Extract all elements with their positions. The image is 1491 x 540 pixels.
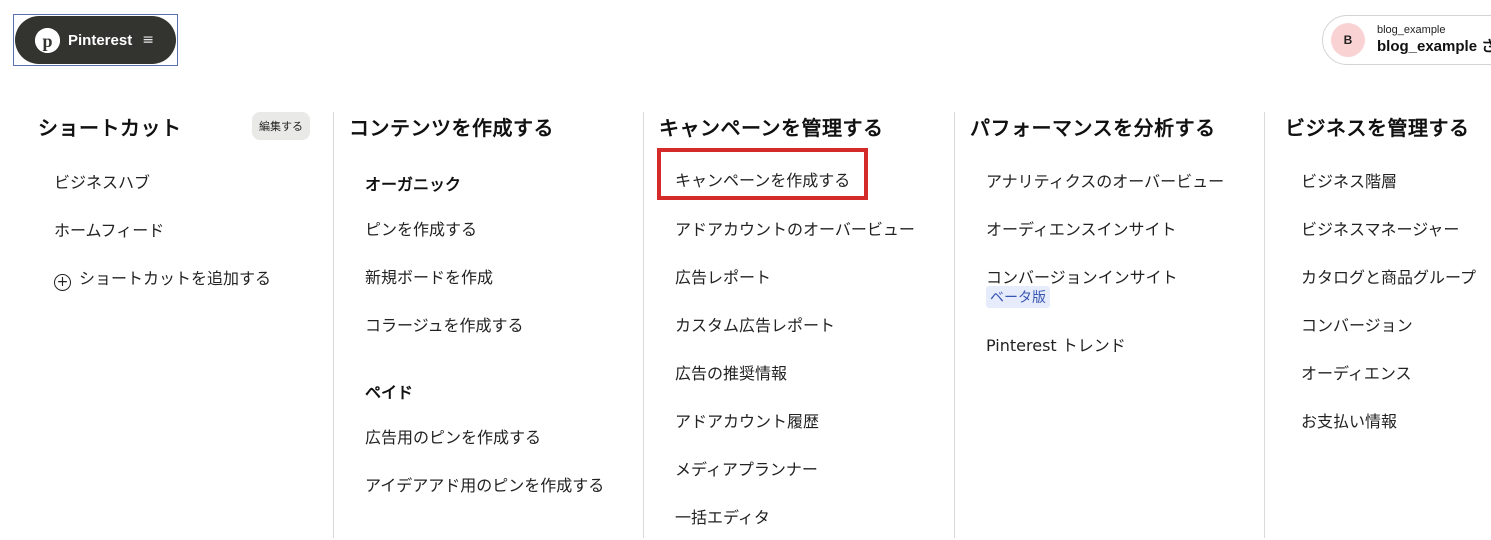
account-display-name: blog_example さ (1377, 37, 1491, 55)
pinterest-logo-icon: p (35, 27, 60, 53)
hamburger-menu-icon: ≡ (142, 32, 154, 48)
column-divider (333, 112, 334, 538)
shortcuts-column: ショートカット 編集する ビジネスハブ ホームフィード + ショートカットを追加す… (38, 112, 328, 538)
conversions-link[interactable]: コンバージョン (1301, 312, 1413, 336)
analytics-overview-link[interactable]: アナリティクスのオーバービュー (986, 168, 1224, 192)
paid-heading: ペイド (365, 383, 414, 402)
ad-account-history-link[interactable]: アドアカウント履歴 (675, 408, 819, 432)
conversion-insights-link[interactable]: コンバージョンインサイト (986, 264, 1178, 288)
brand-label: Pinterest (68, 31, 133, 49)
edit-shortcuts-button[interactable]: 編集する (252, 112, 310, 140)
ad-reports-link[interactable]: 広告レポート (675, 264, 771, 288)
business-column: ビジネスを管理する ビジネス階層 ビジネスマネージャー カタログと商品グループ … (1285, 112, 1491, 538)
shortcut-home-feed[interactable]: ホームフィード (54, 217, 164, 241)
create-idea-ad-pin-link[interactable]: アイデアアド用のピンを作成する (365, 472, 604, 496)
avatar: B (1331, 23, 1365, 57)
create-ad-pin-link[interactable]: 広告用のピンを作成する (365, 424, 541, 448)
add-shortcut-label: ショートカットを追加する (79, 269, 272, 288)
analytics-title: パフォーマンスを分析する (970, 116, 1216, 140)
business-hierarchy-link[interactable]: ビジネス階層 (1301, 168, 1397, 192)
beta-badge: ベータ版 (986, 286, 1050, 308)
business-title: ビジネスを管理する (1285, 116, 1470, 140)
ad-recommendations-link[interactable]: 広告の推奨情報 (675, 360, 787, 384)
create-collage-link[interactable]: コラージュを作成する (365, 312, 524, 336)
shortcut-business-hub[interactable]: ビジネスハブ (54, 169, 150, 193)
organic-heading: オーガニック (365, 175, 462, 194)
add-shortcut-link[interactable]: + ショートカットを追加する (54, 265, 271, 291)
add-circle-icon: + (54, 273, 71, 291)
ad-account-overview-link[interactable]: アドアカウントのオーバービュー (675, 216, 915, 240)
billing-link[interactable]: お支払い情報 (1301, 408, 1397, 432)
campaigns-column: キャンペーンを管理する キャンペーンを作成する アドアカウントのオーバービュー … (657, 112, 951, 538)
audiences-link[interactable]: オーディエンス (1301, 360, 1412, 384)
create-pin-link[interactable]: ピンを作成する (365, 216, 477, 240)
create-content-column: コンテンツを作成する オーガニック ピンを作成する 新規ボードを作成 コラージュ… (349, 112, 639, 538)
analytics-column: パフォーマンスを分析する アナリティクスのオーバービュー オーディエンスインサイ… (970, 112, 1262, 538)
business-manager-link[interactable]: ビジネスマネージャー (1301, 216, 1459, 240)
campaigns-title: キャンペーンを管理する (659, 116, 884, 140)
column-divider (1264, 112, 1265, 538)
bulk-editor-link[interactable]: 一括エディタ (675, 504, 770, 528)
pinterest-menu-button[interactable]: p Pinterest ≡ (15, 16, 176, 64)
audience-insights-link[interactable]: オーディエンスインサイト (986, 216, 1177, 240)
account-username: blog_example (1377, 24, 1446, 37)
shortcuts-title: ショートカット (38, 116, 182, 140)
business-menu-page: p Pinterest ≡ B blog_example blog_exampl… (0, 0, 1491, 540)
create-content-title: コンテンツを作成する (349, 116, 554, 140)
brand-focus-outline: p Pinterest ≡ (13, 14, 178, 66)
create-campaign-link[interactable]: キャンペーンを作成する (675, 167, 850, 191)
pinterest-trends-link[interactable]: Pinterest トレンド (986, 332, 1126, 356)
column-divider (954, 112, 955, 538)
svg-text:p: p (42, 31, 52, 51)
catalogs-link[interactable]: カタログと商品グループ (1301, 264, 1476, 288)
create-board-link[interactable]: 新規ボードを作成 (365, 264, 493, 288)
column-divider (643, 112, 644, 538)
custom-ad-reports-link[interactable]: カスタム広告レポート (675, 312, 835, 336)
media-planner-link[interactable]: メディアプランナー (675, 456, 818, 480)
account-switcher[interactable]: B blog_example blog_example さ (1322, 15, 1491, 65)
